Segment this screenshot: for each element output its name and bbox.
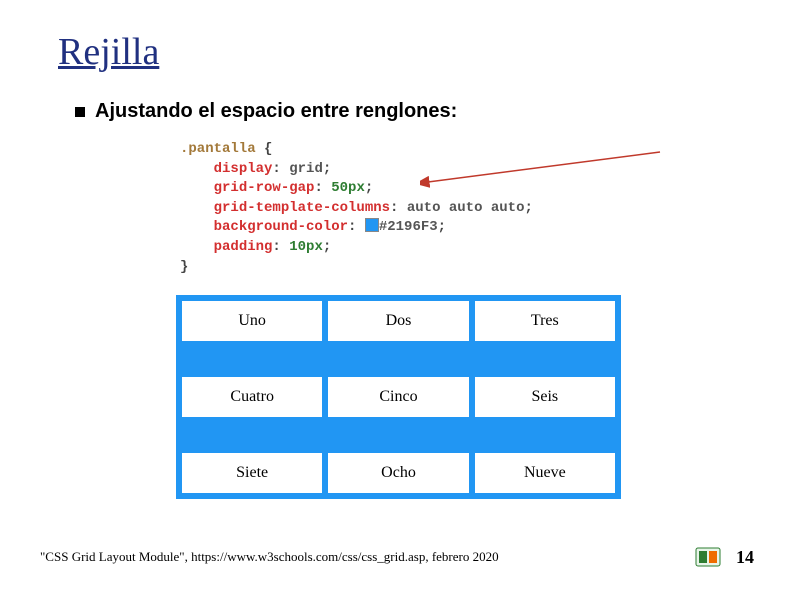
grid-cell: Nueve <box>475 453 615 493</box>
code-line-bg: background-color: #2196F3; <box>180 218 533 238</box>
code-prop: grid-row-gap <box>214 180 315 196</box>
footer-right: 14 <box>694 545 754 569</box>
code-line-display: display: grid; <box>180 160 533 180</box>
code-val: auto auto auto <box>407 200 525 216</box>
code-line-columns: grid-template-columns: auto auto auto; <box>180 199 533 219</box>
code-close-brace: } <box>180 258 533 278</box>
page-number: 14 <box>736 547 754 568</box>
grid-cell: Tres <box>475 301 615 341</box>
slide: Rejilla Ajustando el espacio entre rengl… <box>0 0 794 595</box>
code-line-padding: padding: 10px; <box>180 238 533 258</box>
code-prop: display <box>214 161 273 177</box>
code-open-brace: { <box>256 141 273 157</box>
grid-cell: Ocho <box>328 453 468 493</box>
slide-title: Rejilla <box>58 30 159 74</box>
code-prop: grid-template-columns <box>214 200 390 216</box>
grid-cell: Siete <box>182 453 322 493</box>
grid-cell: Cuatro <box>182 377 322 417</box>
grid-cell: Dos <box>328 301 468 341</box>
code-val: 10px <box>289 239 323 255</box>
citation-text: "CSS Grid Layout Module", https://www.w3… <box>40 549 499 565</box>
code-val: grid <box>289 161 323 177</box>
grid-cell: Cinco <box>328 377 468 417</box>
grid-cell: Uno <box>182 301 322 341</box>
code-block: .pantalla { display: grid; grid-row-gap:… <box>180 140 533 277</box>
code-prop: background-color <box>214 219 348 235</box>
grid-cell: Seis <box>475 377 615 417</box>
logo-icon <box>694 545 722 569</box>
grid-demo: Uno Dos Tres Cuatro Cinco Seis Siete Och… <box>176 295 621 499</box>
code-line-rowgap: grid-row-gap: 50px; <box>180 179 533 199</box>
color-swatch-icon <box>365 218 379 232</box>
bullet-text: Ajustando el espacio entre renglones: <box>95 100 457 123</box>
footer: "CSS Grid Layout Module", https://www.w3… <box>40 545 754 569</box>
code-selector-line: .pantalla { <box>180 140 533 160</box>
code-val: #2196F3 <box>379 219 438 235</box>
code-selector: .pantalla <box>180 141 256 157</box>
bullet-item: Ajustando el espacio entre renglones: <box>75 100 457 123</box>
bullet-icon <box>75 107 85 117</box>
code-prop: padding <box>214 239 273 255</box>
code-val: 50px <box>331 180 365 196</box>
